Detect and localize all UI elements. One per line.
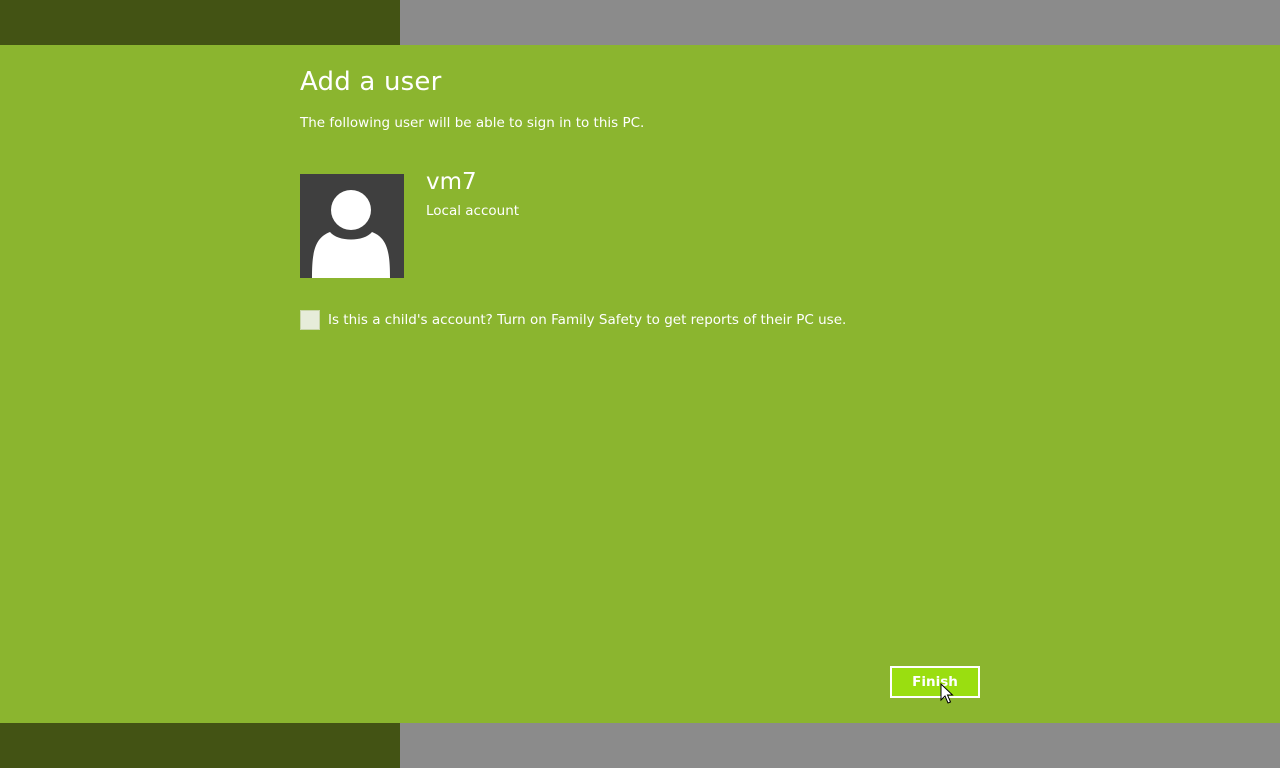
user-silhouette-icon xyxy=(312,190,390,278)
finish-button[interactable]: Finish xyxy=(890,666,980,698)
family-safety-row: Is this a child's account? Turn on Famil… xyxy=(300,310,846,330)
user-avatar xyxy=(300,174,404,278)
background-band-right-top xyxy=(400,0,1280,45)
add-user-dialog: Add a user The following user will be ab… xyxy=(0,45,1280,723)
page-title: Add a user xyxy=(300,67,442,97)
child-account-checkbox[interactable] xyxy=(300,310,320,330)
screen: Add a user The following user will be ab… xyxy=(0,0,1280,768)
dialog-description: The following user will be able to sign … xyxy=(300,115,645,131)
account-type: Local account xyxy=(426,203,520,219)
background-band-right-bottom xyxy=(400,723,1280,768)
background-band-left-bottom xyxy=(0,723,400,768)
user-name: vm7 xyxy=(426,169,477,195)
background-band-left-top xyxy=(0,0,400,45)
child-account-label[interactable]: Is this a child's account? Turn on Famil… xyxy=(328,312,846,328)
